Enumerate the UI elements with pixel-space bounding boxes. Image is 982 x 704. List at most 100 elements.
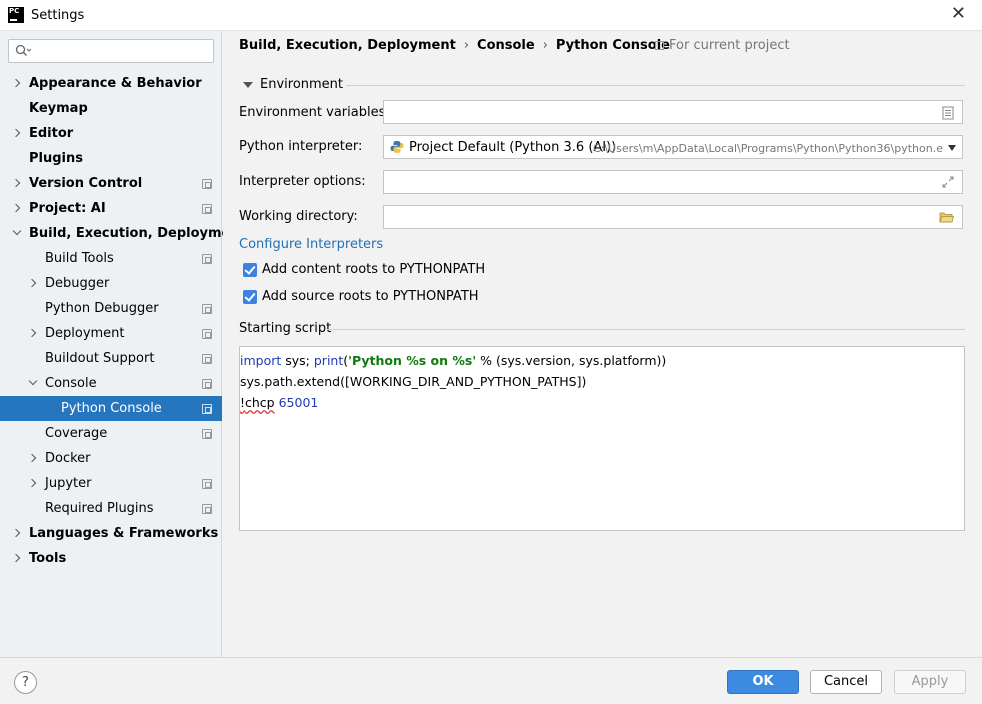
project-scope-icon — [202, 479, 212, 489]
env-vars-field[interactable] — [383, 100, 963, 124]
interpreter-name: Project Default (Python 3.6 (AI)) — [409, 140, 617, 155]
environment-section[interactable]: Environment — [241, 77, 965, 93]
search-input[interactable] — [8, 39, 214, 63]
expand-icon[interactable] — [942, 176, 954, 192]
code-line: import sys; print('Python %s on %s' % (s… — [240, 350, 964, 371]
sidebar-item-python-debugger[interactable]: Python Debugger — [0, 296, 222, 321]
sidebar-item-build-execution-deployment[interactable]: Build, Execution, Deployment — [0, 221, 246, 246]
project-scope-icon — [655, 41, 664, 50]
pycharm-app-icon: PC — [8, 7, 24, 23]
project-scope-icon — [202, 404, 212, 414]
sidebar-item-label: Required Plugins — [45, 501, 154, 516]
add-source-roots-checkbox[interactable] — [243, 290, 257, 304]
code-number: 65001 — [278, 395, 319, 410]
project-scope-icon — [202, 504, 212, 514]
code-text: % (sys.version, sys.platform)) — [476, 353, 667, 368]
project-scope-icon — [202, 179, 212, 189]
sidebar-item-label: Tools — [29, 551, 67, 566]
breadcrumb-item: Console — [477, 38, 535, 53]
starting-script-section: Starting script — [239, 321, 965, 336]
divider — [346, 85, 965, 86]
sidebar-item-debugger[interactable]: Debugger — [0, 271, 222, 296]
breadcrumb: Build, Execution, Deployment › Console › Pyt… — [239, 38, 670, 53]
sidebar-item-buildout-support[interactable]: Buildout Support — [0, 346, 222, 371]
section-title: Starting script — [239, 321, 332, 336]
sidebar-item-languages-frameworks[interactable]: Languages & Frameworks — [0, 521, 222, 546]
scope-label: For current project — [669, 38, 790, 53]
chevron-right-icon[interactable] — [27, 453, 37, 463]
code-line: !chcp 65001 — [240, 392, 964, 413]
breadcrumb-separator: › — [542, 38, 548, 53]
cancel-button[interactable]: Cancel — [810, 670, 882, 694]
sidebar-item-label: Python Debugger — [45, 301, 159, 316]
section-title: Environment — [260, 77, 344, 92]
ok-button[interactable]: OK — [727, 670, 799, 694]
sidebar-item-editor[interactable]: Editor — [0, 121, 222, 146]
interpreter-label: Python interpreter: — [239, 139, 363, 154]
workdir-label: Working directory: — [239, 209, 358, 224]
project-scope-icon — [202, 254, 212, 264]
scope-indicator: For current project — [655, 38, 790, 53]
chevron-right-icon[interactable] — [27, 328, 37, 338]
title-bar: PC Settings ✕ — [0, 0, 982, 31]
close-icon[interactable]: ✕ — [951, 5, 966, 23]
sidebar-item-required-plugins[interactable]: Required Plugins — [0, 496, 222, 521]
chevron-down-icon[interactable] — [28, 376, 38, 386]
sidebar-item-label: Python Console — [61, 401, 162, 416]
chevron-right-icon[interactable] — [11, 203, 21, 213]
sidebar-item-python-console[interactable]: Python Console — [0, 396, 222, 421]
interpreter-options-field[interactable] — [383, 170, 963, 194]
chevron-right-icon[interactable] — [11, 128, 21, 138]
sidebar-item-label: Build Tools — [45, 251, 114, 266]
code-keyword: print — [313, 353, 344, 368]
python-icon — [390, 140, 404, 158]
settings-content: Build, Execution, Deployment › Console › Pyt… — [223, 31, 982, 657]
sidebar-item-label: Build, Execution, Deployment — [29, 226, 246, 241]
sidebar-item-deployment[interactable]: Deployment — [0, 321, 222, 346]
chevron-right-icon[interactable] — [11, 78, 21, 88]
sidebar-item-coverage[interactable]: Coverage — [0, 421, 222, 446]
chevron-right-icon[interactable] — [11, 553, 21, 563]
checkbox-label: Add content roots to PYTHONPATH — [262, 262, 486, 277]
sidebar-item-docker[interactable]: Docker — [0, 446, 222, 471]
project-scope-icon — [202, 379, 212, 389]
working-directory-field[interactable] — [383, 205, 963, 229]
interpreter-select[interactable]: Project Default (Python 3.6 (AI)) C:\Use… — [383, 135, 963, 159]
code-text: sys; — [281, 353, 314, 368]
sidebar-item-tools[interactable]: Tools — [0, 546, 222, 571]
options-label: Interpreter options: — [239, 174, 366, 189]
sidebar-item-label: Deployment — [45, 326, 125, 341]
configure-interpreters-link[interactable]: Configure Interpreters — [239, 237, 383, 252]
help-button[interactable]: ? — [14, 671, 37, 694]
sidebar-item-jupyter[interactable]: Jupyter — [0, 471, 222, 496]
sidebar-item-console[interactable]: Console — [0, 371, 222, 396]
collapse-triangle-icon[interactable] — [243, 82, 253, 88]
chevron-right-icon[interactable] — [27, 478, 37, 488]
starting-script-editor[interactable]: import sys; print('Python %s on %s' % (s… — [239, 346, 965, 531]
checkbox-label: Add source roots to PYTHONPATH — [262, 289, 479, 304]
sidebar-item-project-ai[interactable]: Project: AI — [0, 196, 222, 221]
sidebar-item-label: Coverage — [45, 426, 108, 441]
sidebar-item-plugins[interactable]: Plugins — [0, 146, 222, 171]
folder-icon[interactable] — [939, 211, 955, 227]
window-title: Settings — [31, 8, 85, 23]
sidebar-item-label: Appearance & Behavior — [29, 76, 202, 91]
interpreter-path: C:\Users\m\AppData\Local\Programs\Python… — [593, 142, 943, 155]
chevron-right-icon[interactable] — [11, 528, 21, 538]
chevron-right-icon[interactable] — [11, 178, 21, 188]
sidebar-item-label: Languages & Frameworks — [29, 526, 219, 541]
chevron-right-icon[interactable] — [27, 278, 37, 288]
apply-button[interactable]: Apply — [894, 670, 966, 694]
add-content-roots-checkbox[interactable] — [243, 263, 257, 277]
chevron-down-icon[interactable] — [948, 145, 956, 151]
sidebar-item-version-control[interactable]: Version Control — [0, 171, 222, 196]
code-string: 'Python %s on %s' — [348, 353, 477, 368]
sidebar-item-appearance-behavior[interactable]: Appearance & Behavior — [0, 71, 222, 96]
sidebar-item-label: Console — [45, 376, 97, 391]
chevron-down-icon[interactable] — [12, 226, 22, 236]
list-edit-icon[interactable] — [942, 106, 954, 124]
sidebar-item-keymap[interactable]: Keymap — [0, 96, 222, 121]
sidebar-item-label: Buildout Support — [45, 351, 155, 366]
sidebar-item-build-tools[interactable]: Build Tools — [0, 246, 222, 271]
settings-tree: Appearance & Behavior Keymap Editor Plugins… — [0, 71, 246, 571]
